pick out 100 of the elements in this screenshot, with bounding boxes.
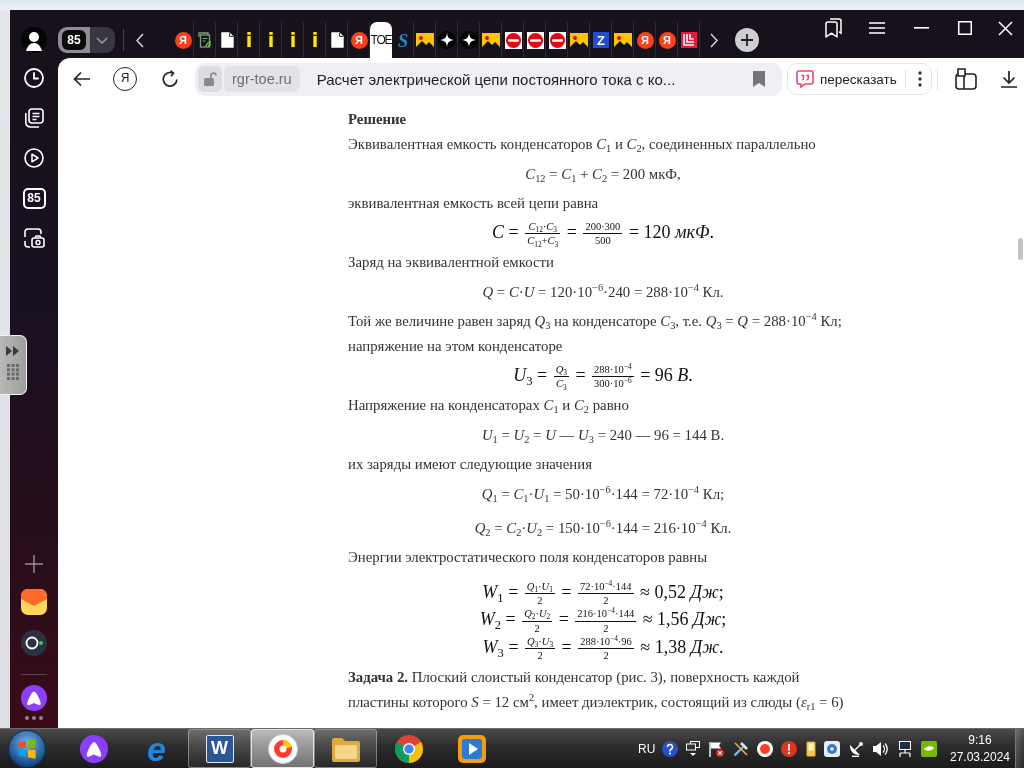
menu-icon[interactable] [869, 22, 885, 34]
tab[interactable]: Я [172, 22, 194, 58]
formula: W$_{2}$ = Q$_{2}$·U$_{2}$ 2 = 216·10$^{−4}$·144 2 ≈ 1,56 Дж; [479, 606, 727, 635]
quote-icon [796, 70, 814, 88]
round-logo-icon [504, 31, 522, 49]
tab[interactable] [612, 22, 634, 58]
back-arrow-icon[interactable] [73, 71, 91, 87]
more-icon[interactable] [25, 716, 43, 720]
network-icon[interactable] [896, 740, 913, 757]
tab[interactable] [480, 22, 502, 58]
round-logo-icon[interactable] [756, 740, 773, 757]
disc-icon[interactable] [823, 740, 840, 757]
play-icon[interactable] [24, 148, 44, 168]
address-field[interactable]: rgr-toe.ru Расчет электрической цепи постоянного тока с ко... [195, 62, 782, 96]
taskbar-app-button[interactable] [314, 729, 377, 768]
maximize-icon[interactable] [958, 21, 972, 35]
tools-icon[interactable] [732, 740, 749, 757]
tricolor-circle-icon [393, 733, 424, 764]
chevron-left-icon[interactable] [136, 32, 144, 48]
paragraph: Энергии электростатического поля конденсаторов равны [348, 548, 708, 567]
grip-dots-icon [7, 364, 19, 380]
image-icon [570, 33, 588, 47]
media-player-icon [457, 734, 486, 763]
tab[interactable]: i [260, 22, 282, 58]
formula: W$_{1}$ = Q$_{1}$·U$_{1}$ 2 = 72·10$^{−4}$·144 2 ≈ 0,52 Дж; [482, 578, 724, 607]
scrollbar-thumb[interactable] [1017, 238, 1023, 260]
counter-badge[interactable]: 85 [62, 30, 86, 50]
paragraph: Напряжение на конденсаторах C$_{1}$ и C$_{2}$ равно [348, 396, 629, 418]
sparkle-icon [460, 31, 478, 49]
bookmark-icon[interactable] [753, 71, 765, 87]
site-domain[interactable]: rgr-toe.ru [224, 66, 300, 92]
double-arrow-icon [6, 346, 20, 356]
language-indicator[interactable]: RU [638, 741, 656, 756]
tab[interactable]: i [282, 22, 304, 58]
chevron-right-icon[interactable] [710, 32, 718, 48]
notes-icon[interactable] [24, 108, 44, 128]
lock-icon[interactable] [198, 66, 222, 92]
page-icon [220, 32, 234, 48]
side-panel-icon[interactable] [955, 68, 977, 90]
download-icon[interactable] [1000, 70, 1018, 88]
folder-icon [330, 735, 361, 762]
formula: Q$_{2}$ = C$_{2}$·U$_{2}$ = 150·10$^{−6}$·144 = 216·10$^{−4}$ Кл. [474, 517, 732, 541]
tab[interactable] [414, 22, 436, 58]
speaker-icon[interactable] [872, 740, 889, 757]
taskbar-app-button[interactable]: W [188, 729, 251, 768]
tab[interactable] [502, 22, 524, 58]
bookmarks-icon[interactable] [824, 18, 842, 38]
tab[interactable] [568, 22, 590, 58]
phone-icon[interactable] [805, 740, 816, 757]
minimize-icon[interactable] [913, 27, 929, 29]
panel-handle[interactable] [0, 335, 27, 395]
mail-icon[interactable] [21, 589, 47, 615]
warning-icon[interactable] [781, 740, 798, 757]
kebab-menu-icon[interactable] [917, 71, 922, 87]
reload-icon[interactable] [161, 70, 179, 88]
stacked-windows-icon[interactable] [686, 740, 701, 757]
retell-button[interactable]: пересказать [788, 64, 897, 94]
image-icon [614, 33, 632, 47]
section-heading: Решение [348, 110, 407, 129]
paragraph: Заряд на эквивалентной емкости [348, 253, 554, 272]
paragraph: эквивалентная емкость всей цепи равна [348, 194, 599, 213]
tab[interactable] [458, 22, 480, 58]
round-logo-icon [548, 31, 566, 49]
tab[interactable]: i [238, 22, 260, 58]
paragraph: Задача 2. Плоский слоистый конденсатор (рис. 3), поверхность каждой пластины которого S = 12 см$^{2}$, имеет диэлектрик, состоящий из слюды (ε$_{r1}$ = 6) [348, 667, 844, 714]
close-icon[interactable] [998, 20, 1013, 36]
windows-logo-icon[interactable] [8, 729, 46, 768]
clock-icon[interactable] [24, 68, 44, 88]
tab[interactable]: S [392, 22, 414, 58]
tab[interactable] [436, 22, 458, 58]
counter-badge[interactable]: 85 [22, 187, 46, 209]
user-icon[interactable] [21, 27, 47, 53]
eye-logo-icon[interactable] [921, 740, 937, 757]
paragraph: их заряды имеют следующие значения [348, 455, 592, 474]
voice-assistant-icon[interactable] [21, 685, 47, 711]
browser-logo-icon [267, 733, 298, 764]
tab[interactable]: i [304, 22, 326, 58]
flag-icon[interactable] [708, 740, 725, 757]
plus-icon[interactable] [735, 28, 759, 52]
image-icon [416, 33, 434, 47]
help-icon[interactable] [661, 740, 678, 757]
tab[interactable]: TOE [370, 22, 392, 58]
clock-time[interactable]: 9:16 [968, 731, 992, 749]
paragraph: Эквивалентная емкость конденсаторов C$_{1}$ и C$_{2}$, соединенных параллельно [348, 135, 816, 157]
satellite-dish-icon[interactable] [848, 740, 865, 757]
show-desktop-button[interactable] [1015, 729, 1024, 768]
tab[interactable]: Я [634, 22, 656, 58]
formula: Q$_{1}$ = C$_{1}$·U$_{1}$ = 50·10$^{−6}$·144 = 72·10$^{−4}$ Кл; [481, 483, 725, 507]
camera-icon[interactable] [23, 227, 45, 249]
tab[interactable] [678, 22, 700, 58]
clock-date[interactable]: 27.03.2024 [949, 748, 1011, 766]
tab[interactable]: Я [348, 22, 370, 58]
image-icon [482, 33, 500, 47]
tab[interactable] [524, 22, 546, 58]
tab[interactable]: Z [590, 22, 612, 58]
camera-app-icon[interactable] [21, 630, 47, 656]
tab[interactable] [546, 22, 568, 58]
taskbar-app-button[interactable]: e [125, 729, 188, 768]
tab[interactable]: Я [656, 22, 678, 58]
tab-switcher[interactable]: 85 [58, 27, 115, 53]
